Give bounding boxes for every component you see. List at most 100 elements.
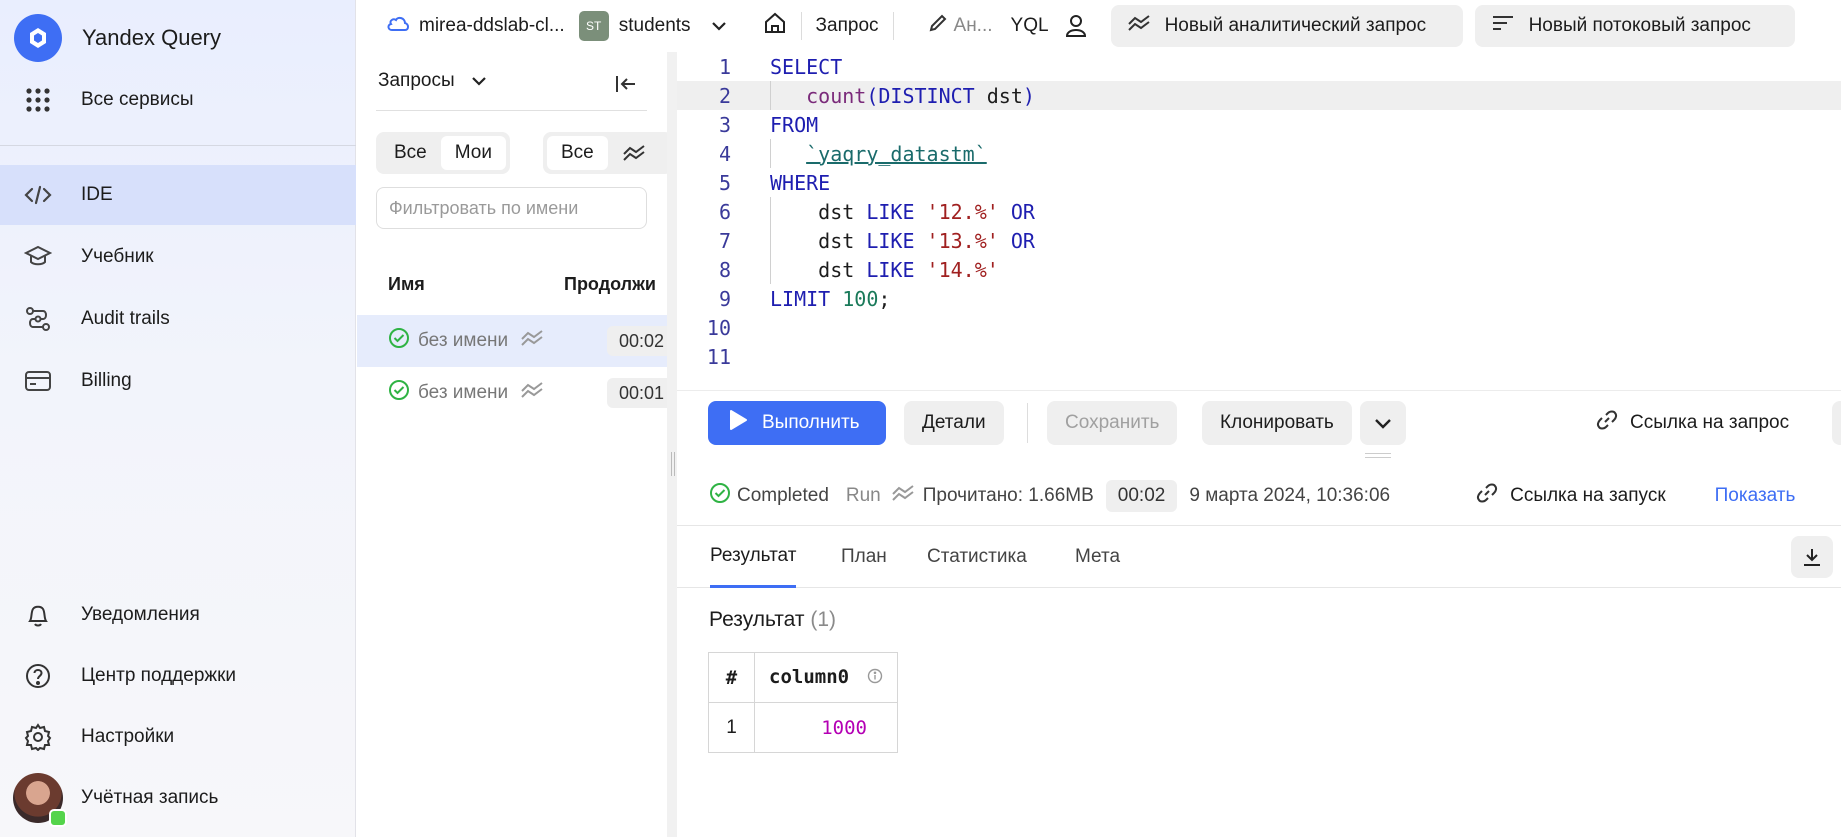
save-label: Сохранить [1065,412,1160,433]
route-icon [18,299,58,339]
clone-label: Клонировать [1220,412,1334,433]
editor-line: 2 count(DISTINCT dst) [677,81,1841,110]
column-header-duration[interactable]: Продолжи [564,274,656,295]
value-cell[interactable]: 1000 [754,702,898,753]
line-number: 1 [718,54,731,79]
query-language: YQL [1010,15,1049,36]
code-text: dst LIKE '14.%' [770,257,999,282]
details-label: Детали [922,412,986,433]
analytics-icon [623,145,645,161]
bytes-read: Прочитано: 1.66MB [922,484,1094,506]
check-circle-icon [388,379,410,407]
type-all-button[interactable]: Все [547,136,608,170]
clone-button[interactable]: Клонировать [1202,401,1352,445]
sidebar-item-ide[interactable]: IDE [0,165,356,225]
panel-resize-handle[interactable] [667,52,677,837]
sidebar-item-billing[interactable]: Billing [0,351,356,411]
code-text: FROM [770,112,819,137]
tab-statistics[interactable]: Статистика [927,526,1027,588]
details-button[interactable]: Детали [904,401,1004,445]
more-actions-button[interactable] [1360,401,1406,445]
cloud-icon [385,13,411,39]
breadcrumb-query[interactable]: Запрос [816,15,879,37]
queries-title: Запросы [378,70,455,91]
run-button[interactable]: Выполнить [708,401,886,445]
save-button[interactable]: Сохранить [1047,401,1178,445]
link-icon [1596,409,1618,437]
code-text: dst LIKE '12.%' OR [770,199,1035,224]
indent-guide [770,197,771,284]
line-number: 10 [706,315,731,340]
run-link-button[interactable]: Ссылка на запуск [1476,482,1666,510]
code-text: `yaqry_datastm` [806,141,987,166]
queries-dropdown[interactable]: Запросы [378,70,487,92]
folder-selector[interactable]: ST students [578,11,727,41]
new-analytic-query-button[interactable]: Новый аналитический запрос [1110,5,1463,47]
owner-segmented-control: Все Мои [376,132,510,174]
line-number: 3 [718,112,731,137]
line-number: 2 [718,83,731,108]
analytics-icon [520,381,544,405]
folder-badge: ST [578,11,609,41]
editor-line: 7 dst LIKE '13.%' OR [677,226,1841,255]
sidebar-item-support[interactable]: Центр поддержки [0,646,356,706]
bell-icon [18,595,58,635]
all-services-link[interactable]: Все сервисы [0,70,356,130]
result-tabs: Результат План Статистика Мета [677,526,1841,588]
query-link-button[interactable]: Ссылка на запрос [1596,401,1789,445]
sidebar-item-audit-trails[interactable]: Audit trails [0,289,356,349]
gear-icon [18,717,58,757]
tab-plan[interactable]: План [841,526,887,588]
filter-placeholder: Фильтровать по имени [389,197,579,218]
query-row[interactable]: без имени 00:02 [357,315,667,367]
info-icon[interactable] [867,667,883,689]
collapse-panel-icon[interactable] [615,74,637,100]
query-name-edit[interactable]: Ан... [928,13,993,39]
editor-line: 5 WHERE [677,168,1841,197]
new-stream-query-button[interactable]: Новый потоковый запрос [1474,5,1795,47]
column-header-name[interactable]: Имя [388,274,425,295]
folder-name: students [618,15,691,36]
home-button[interactable] [763,11,787,41]
tab-result[interactable]: Результат [710,526,797,588]
user-icon[interactable] [1065,14,1087,38]
show-link[interactable]: Показать [1715,485,1796,507]
resize-grip-icon [671,452,672,476]
sidebar-item-account[interactable]: Учётная запись [0,768,356,828]
column-header-column0[interactable]: column0 [754,652,898,703]
download-button[interactable] [1791,536,1833,578]
chevron-down-icon [711,15,727,37]
line-number: 11 [706,344,731,369]
yandex-query-logo-icon [14,14,62,62]
new-analytic-label: Новый аналитический запрос [1164,15,1427,36]
filter-mine-button[interactable]: Мои [440,136,506,170]
cloud-selector[interactable]: mirea-ddslab-cl... [385,13,565,39]
filter-all-button[interactable]: Все [380,136,441,170]
run-status-bar: Completed Run Прочитано: 1.66MB 00:02 9 … [677,466,1841,526]
run-duration: 00:02 [1105,479,1178,512]
sql-editor[interactable]: 1 SELECT 2 count(DISTINCT dst) 3 FROM 4 `y… [677,52,1841,390]
analytics-icon [1127,14,1151,38]
line-number: 4 [718,141,731,166]
result-heading: Результат (1) [709,608,836,632]
queries-panel: Запросы Все Мои Все Фильтровать по имени… [357,52,667,837]
overflow-button[interactable] [1832,401,1841,445]
brand-link[interactable]: Yandex Query [0,8,356,68]
query-row-time: 00:02 [607,326,667,356]
type-analytics-button[interactable] [608,136,660,170]
editor-line: 10 [677,313,1841,342]
panel-divider [376,110,647,111]
editor-resize-grip-icon[interactable] [1365,453,1391,458]
code-icon [18,175,58,215]
sidebar-divider [0,145,356,146]
indent-guide [770,139,771,168]
tab-meta[interactable]: Мета [1075,526,1120,588]
grid-icon [18,80,58,120]
query-row[interactable]: без имени 00:01 [357,367,667,419]
filter-by-name-input[interactable]: Фильтровать по имени [376,187,647,229]
line-number: 9 [718,286,731,311]
pencil-icon [928,13,948,39]
sidebar-item-settings[interactable]: Настройки [0,707,356,767]
sidebar-item-tutorial[interactable]: Учебник [0,227,356,287]
sidebar-item-notifications[interactable]: Уведомления [0,585,356,645]
